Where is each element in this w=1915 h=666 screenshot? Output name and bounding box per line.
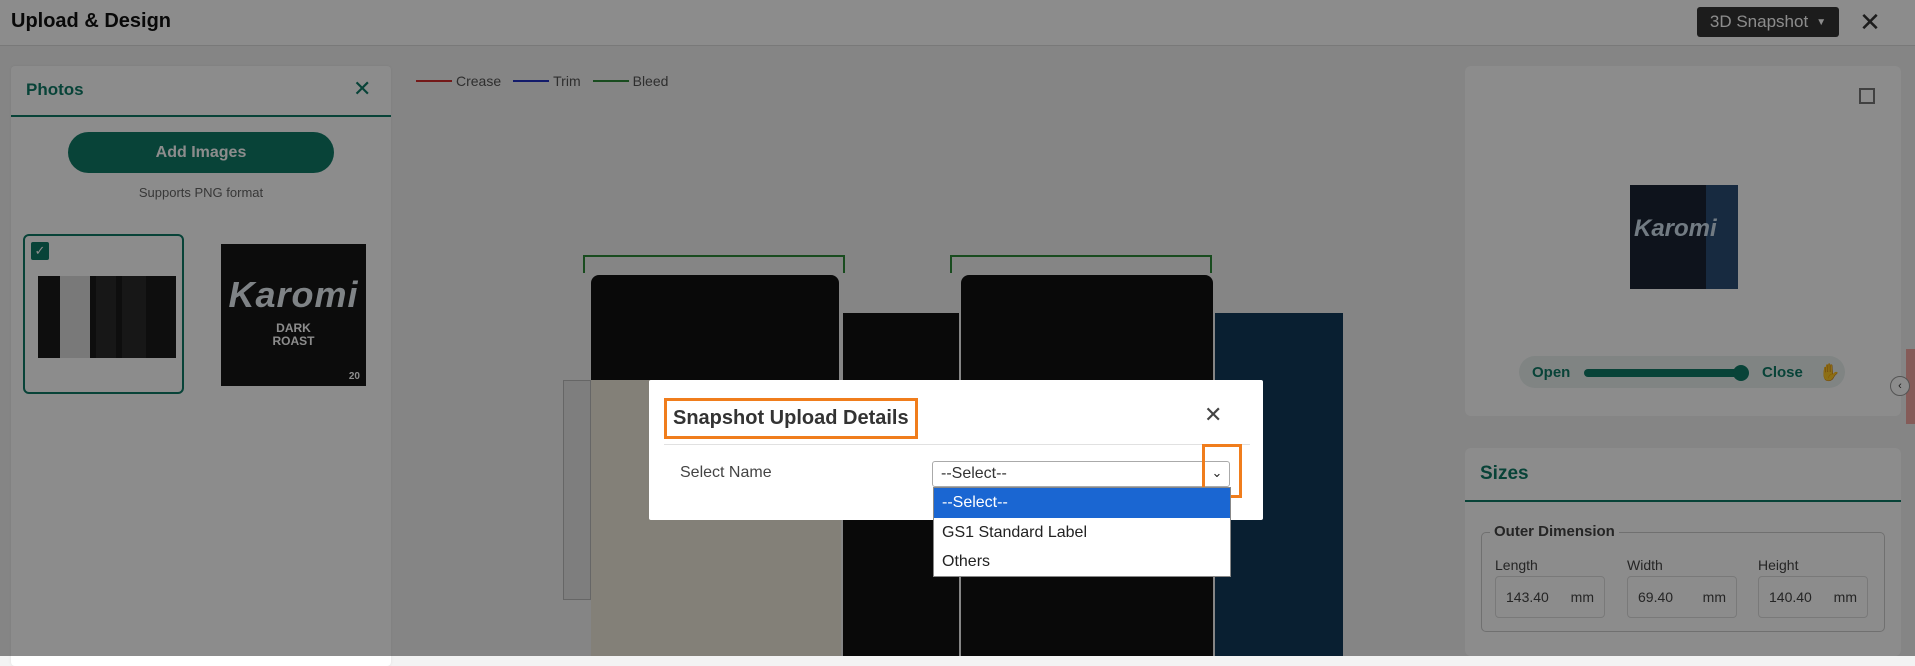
- option-others[interactable]: Others: [934, 547, 1230, 577]
- modal-title: Snapshot Upload Details: [664, 398, 918, 439]
- option-gs1-standard-label[interactable]: GS1 Standard Label: [934, 518, 1230, 548]
- modal-close-icon[interactable]: ✕: [1204, 404, 1222, 426]
- select-name-label: Select Name: [680, 464, 772, 481]
- option-select[interactable]: --Select--: [934, 488, 1230, 518]
- divider: [664, 444, 1250, 445]
- select-name-dropdown[interactable]: --Select--: [932, 461, 1230, 487]
- select-name-options[interactable]: --Select-- GS1 Standard Label Others: [933, 487, 1231, 577]
